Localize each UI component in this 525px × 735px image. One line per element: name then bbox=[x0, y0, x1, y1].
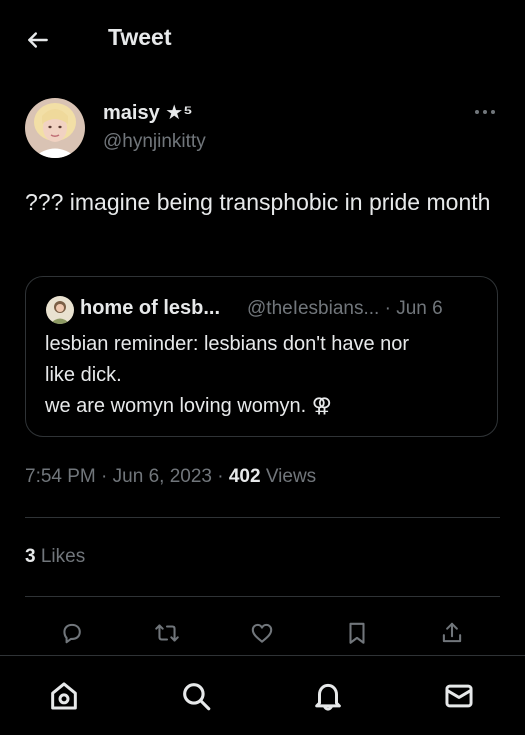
more-options-button[interactable] bbox=[470, 100, 500, 124]
likes-link[interactable]: 3 Likes bbox=[25, 546, 85, 568]
author-name-badge: ★⁵ bbox=[165, 102, 193, 124]
views-count: 402 bbox=[228, 466, 261, 487]
reply-icon bbox=[59, 620, 85, 646]
meta-separator: · bbox=[101, 466, 108, 487]
quoted-text-line: like dick. bbox=[45, 364, 122, 386]
likes-label: Likes bbox=[40, 546, 86, 567]
home-icon bbox=[47, 679, 81, 713]
back-button[interactable] bbox=[20, 22, 56, 58]
retweet-button[interactable] bbox=[152, 618, 182, 648]
author-name[interactable]: maisy ★⁵ bbox=[103, 100, 193, 125]
quoted-date: Jun 6 bbox=[396, 298, 443, 319]
divider bbox=[0, 655, 525, 656]
divider bbox=[25, 596, 500, 597]
views-label: Views bbox=[265, 466, 317, 487]
search-icon bbox=[179, 679, 213, 713]
author-display-name: maisy bbox=[103, 102, 160, 124]
author-handle[interactable]: @hynjinkitty bbox=[103, 131, 206, 153]
quoted-text-line: lesbian reminder: lesbians don't have no… bbox=[45, 333, 410, 355]
quoted-author-avatar bbox=[46, 296, 74, 324]
quoted-tweet-card[interactable]: home of lesb... @theIesbians... · Jun 6 … bbox=[25, 276, 498, 437]
quoted-separator: · bbox=[384, 298, 391, 319]
divider bbox=[25, 517, 500, 518]
quoted-text-line: we are womyn loving womyn. ⚢ bbox=[45, 395, 332, 417]
like-icon bbox=[249, 620, 275, 646]
tweet-date[interactable]: Jun 6, 2023 bbox=[113, 466, 212, 487]
like-button[interactable] bbox=[247, 618, 277, 648]
retweet-icon bbox=[153, 620, 181, 646]
share-button[interactable] bbox=[437, 618, 467, 648]
bookmark-button[interactable] bbox=[342, 618, 372, 648]
messages-icon bbox=[442, 679, 476, 713]
reply-button[interactable] bbox=[57, 618, 87, 648]
quoted-tweet-text: lesbian reminder: lesbians don't have no… bbox=[45, 329, 485, 422]
tweet-text: ??? imagine being transphobic in pride m… bbox=[25, 189, 491, 215]
quoted-author-name: home of lesb... bbox=[80, 297, 221, 319]
quoted-author-handle: @theIesbians... bbox=[247, 298, 380, 319]
meta-separator: · bbox=[217, 466, 224, 487]
nav-search[interactable] bbox=[178, 678, 214, 714]
nav-notifications[interactable] bbox=[310, 678, 346, 714]
arrow-left-icon bbox=[25, 27, 51, 53]
quoted-author-meta: @theIesbians... · Jun 6 bbox=[247, 298, 443, 320]
page-title: Tweet bbox=[108, 24, 172, 50]
tweet-meta: 7:54 PM · Jun 6, 2023 · 402 Views bbox=[25, 466, 316, 488]
share-icon bbox=[439, 620, 465, 646]
more-horizontal-icon bbox=[474, 109, 496, 115]
bookmark-icon bbox=[344, 620, 370, 646]
notifications-icon bbox=[311, 679, 345, 713]
tweet-header: Tweet bbox=[0, 0, 525, 80]
nav-home[interactable] bbox=[46, 678, 82, 714]
likes-count: 3 bbox=[25, 546, 36, 567]
tweet-time[interactable]: 7:54 PM bbox=[25, 466, 96, 487]
nav-messages[interactable] bbox=[441, 678, 477, 714]
author-avatar[interactable] bbox=[25, 98, 85, 158]
